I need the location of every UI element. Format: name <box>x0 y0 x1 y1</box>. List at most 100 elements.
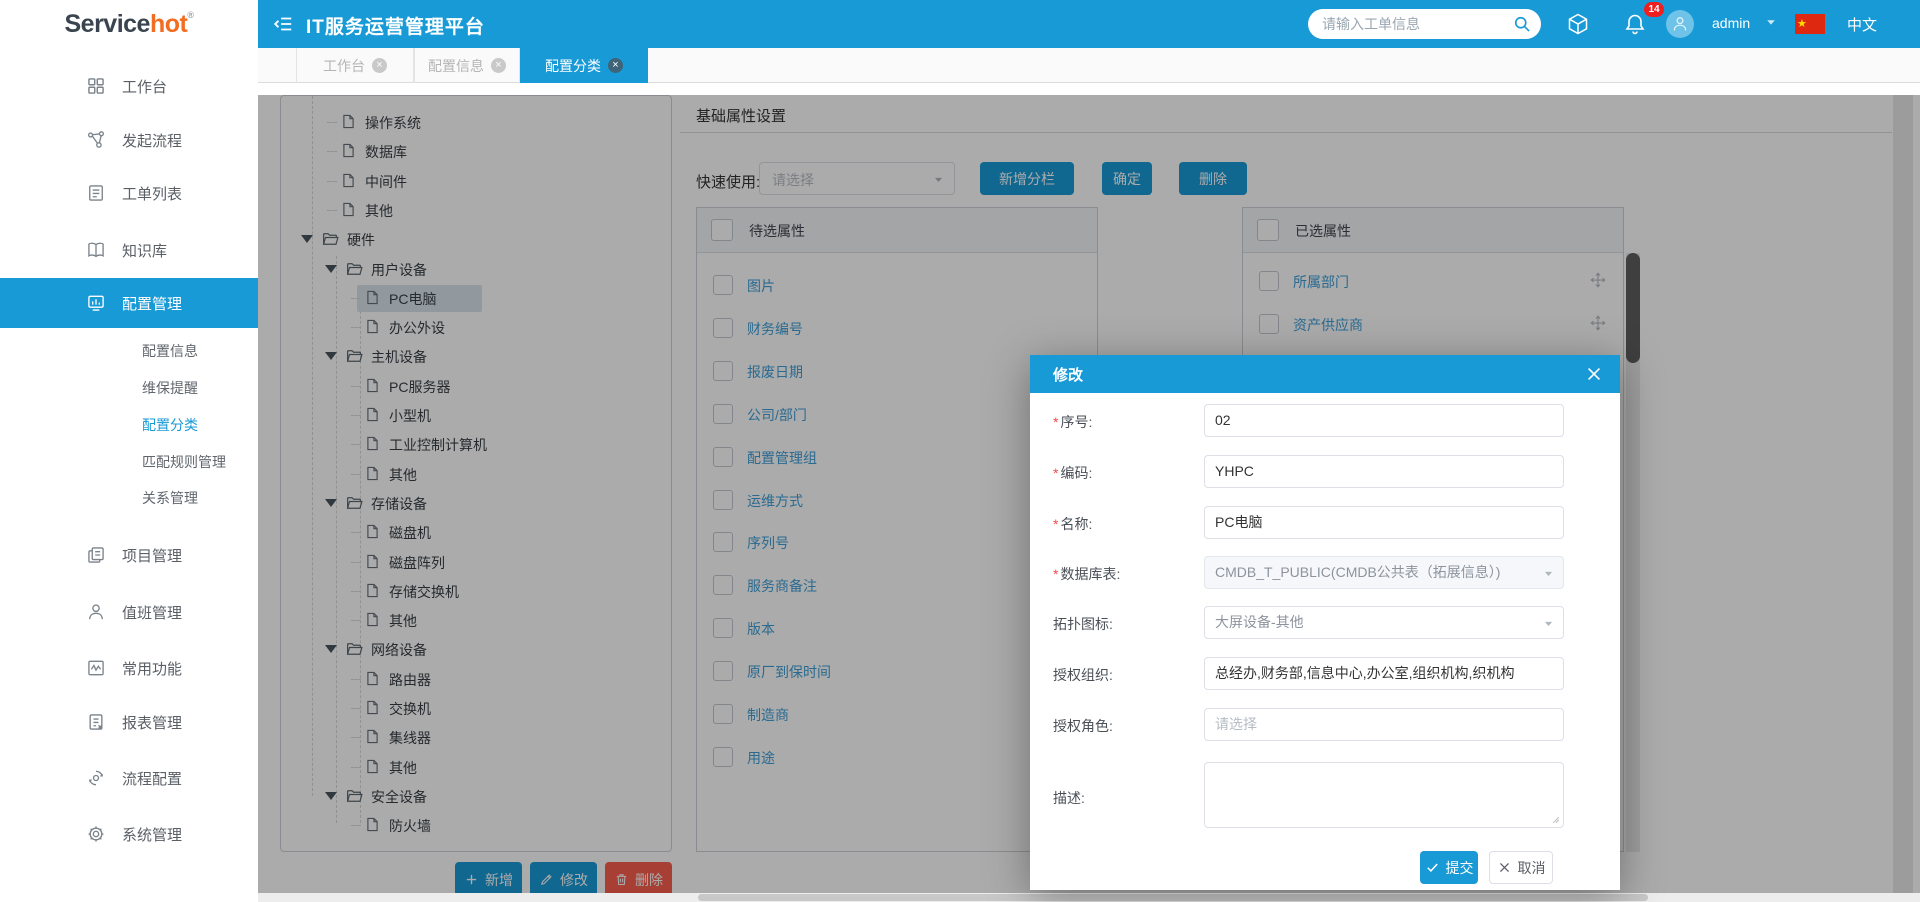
modal-field-row: 授权角色: 请选择 <box>1030 708 1620 741</box>
sidebar-item-label: 报表管理 <box>122 712 182 733</box>
tab-label: 配置信息 <box>428 56 484 76</box>
cube-icon[interactable] <box>1566 12 1590 36</box>
book-icon <box>86 240 106 260</box>
field-label: *序号: <box>1053 412 1092 432</box>
grid-icon <box>86 76 106 96</box>
submit-button[interactable]: 提交 <box>1420 851 1478 884</box>
sidebar-item-label: 发起流程 <box>122 130 182 151</box>
bell-icon[interactable] <box>1623 12 1647 36</box>
sidebar-item-label: 工单列表 <box>122 183 182 204</box>
modal-field-row: 描述: <box>1030 762 1620 828</box>
modal-field-row: *名称: PC电脑 <box>1030 506 1620 539</box>
sidebar-item-10[interactable]: 流程配置 <box>0 758 258 798</box>
sidebar: 工作台发起流程工单列表知识库配置管理配置信息维保提醒配置分类匹配规则管理关系管理… <box>0 48 258 902</box>
sidebar-subitem-维保提醒[interactable]: 维保提醒 <box>0 372 258 404</box>
modal-field-row: 授权组织: 总经办,财务部,信息中心,办公室,组织机构,织机构 <box>1030 657 1620 690</box>
sidebar-item-label: 系统管理 <box>122 824 182 845</box>
sidebar-subitem-配置信息[interactable]: 配置信息 <box>0 335 258 367</box>
tab-配置信息[interactable]: 配置信息 × <box>414 48 520 83</box>
app-title: IT服务运营管理平台 <box>306 12 485 39</box>
page-scrollbar-horizontal[interactable] <box>258 893 1920 902</box>
logo-registered-mark: ® <box>187 10 193 20</box>
field-input[interactable]: PC电脑 <box>1204 506 1564 539</box>
sidebar-item-label: 项目管理 <box>122 545 182 566</box>
resize-handle-icon <box>1550 814 1560 824</box>
tab-配置分类[interactable]: 配置分类 × <box>520 48 648 83</box>
sidebar-item-label: 工作台 <box>122 76 167 97</box>
chart-icon <box>86 293 106 313</box>
required-asterisk: * <box>1053 566 1058 582</box>
modal-field-row: *数据库表:CMDB_T_PUBLIC(CMDB公共表（拓展信息）) <box>1030 556 1620 589</box>
sidebar-item-9[interactable]: 报表管理 <box>0 702 258 742</box>
sidebar-item-6[interactable]: 项目管理 <box>0 535 258 575</box>
field-select[interactable]: 大屏设备-其他 <box>1204 606 1564 639</box>
search-input[interactable] <box>1322 9 1502 39</box>
scrollbar-thumb[interactable] <box>698 894 1648 901</box>
field-label: 描述: <box>1053 788 1085 808</box>
doclist-icon <box>86 183 106 203</box>
sidebar-item-label: 知识库 <box>122 240 167 261</box>
sidebar-item-5[interactable]: 配置管理 <box>0 278 258 328</box>
caret-down-icon <box>1542 567 1555 580</box>
field-input[interactable]: YHPC <box>1204 455 1564 488</box>
copy-icon <box>86 545 106 565</box>
tab-label: 配置分类 <box>545 56 601 76</box>
flag-icon[interactable]: ★ <box>1795 14 1825 34</box>
logo-hot-text: hot <box>150 10 187 38</box>
field-label: *编码: <box>1053 463 1092 483</box>
tab-工作台[interactable]: 工作台 × <box>296 48 414 83</box>
sidebar-item-4[interactable]: 知识库 <box>0 230 258 270</box>
tab-bar: 工作台 × 配置信息 × 配置分类 × <box>258 48 1920 83</box>
required-asterisk: * <box>1053 414 1058 430</box>
field-label: 授权角色: <box>1053 716 1113 736</box>
x-icon <box>1497 860 1512 875</box>
content-area: 操作系统数据库中间件其他硬件用户设备PC电脑办公外设主机设备PC服务器小型机工业… <box>258 83 1920 902</box>
sidebar-item-11[interactable]: 系统管理 <box>0 814 258 854</box>
field-select[interactable]: CMDB_T_PUBLIC(CMDB公共表（拓展信息）) <box>1204 556 1564 589</box>
avatar[interactable] <box>1666 10 1694 38</box>
field-textarea[interactable] <box>1204 762 1564 828</box>
field-label: *名称: <box>1053 514 1092 534</box>
sidebar-item-label: 值班管理 <box>122 602 182 623</box>
modal-field-row: 拓扑图标: 大屏设备-其他 <box>1030 606 1620 639</box>
sidebar-item-3[interactable]: 工单列表 <box>0 173 258 213</box>
field-label: 拓扑图标: <box>1053 614 1113 634</box>
top-header: IT服务运营管理平台 14 admin ★ 中文 <box>258 0 1920 48</box>
sidebar-item-1[interactable]: 工作台 <box>0 66 258 106</box>
wave-icon <box>86 658 106 678</box>
search-box[interactable] <box>1308 9 1541 39</box>
required-asterisk: * <box>1053 516 1058 532</box>
sidebar-subitem-配置分类[interactable]: 配置分类 <box>0 409 258 441</box>
sidebar-collapse-icon[interactable] <box>272 13 294 35</box>
sidebar-item-label: 常用功能 <box>122 658 182 679</box>
edit-dialog-title: 修改 <box>1053 364 1083 385</box>
language-label[interactable]: 中文 <box>1847 14 1877 35</box>
username-label[interactable]: admin <box>1712 15 1750 31</box>
report-icon <box>86 712 106 732</box>
tab-label: 工作台 <box>323 56 365 76</box>
cancel-button[interactable]: 取消 <box>1489 851 1553 884</box>
logo-service-text: Service <box>65 10 150 38</box>
required-asterisk: * <box>1053 465 1058 481</box>
logo-area: Servicehot® <box>0 0 258 48</box>
tab-close-icon[interactable]: × <box>491 58 506 73</box>
field-input[interactable]: 总经办,财务部,信息中心,办公室,组织机构,织机构 <box>1204 657 1564 690</box>
gearflow-icon <box>86 768 106 788</box>
field-input[interactable]: 02 <box>1204 404 1564 437</box>
sidebar-subitem-匹配规则管理[interactable]: 匹配规则管理 <box>0 446 258 478</box>
sidebar-item-label: 流程配置 <box>122 768 182 789</box>
field-input[interactable]: 请选择 <box>1204 708 1564 741</box>
user-menu-caret-icon[interactable] <box>1764 15 1778 29</box>
close-icon[interactable] <box>1584 364 1604 384</box>
edit-dialog: 修改 *序号: 02 *编码: YHPC *名称: PC电脑 *数据库表:CMDB_T_PU… <box>1030 355 1620 890</box>
sidebar-item-7[interactable]: 值班管理 <box>0 592 258 632</box>
caret-down-icon <box>1542 617 1555 630</box>
tab-close-icon[interactable]: × <box>372 58 387 73</box>
field-label: 授权组织: <box>1053 665 1113 685</box>
sidebar-item-8[interactable]: 常用功能 <box>0 648 258 688</box>
tab-close-icon[interactable]: × <box>608 58 623 73</box>
search-icon[interactable] <box>1512 14 1532 34</box>
sidebar-item-2[interactable]: 发起流程 <box>0 120 258 160</box>
sidebar-subitem-关系管理[interactable]: 关系管理 <box>0 482 258 514</box>
flow-icon <box>86 130 106 150</box>
